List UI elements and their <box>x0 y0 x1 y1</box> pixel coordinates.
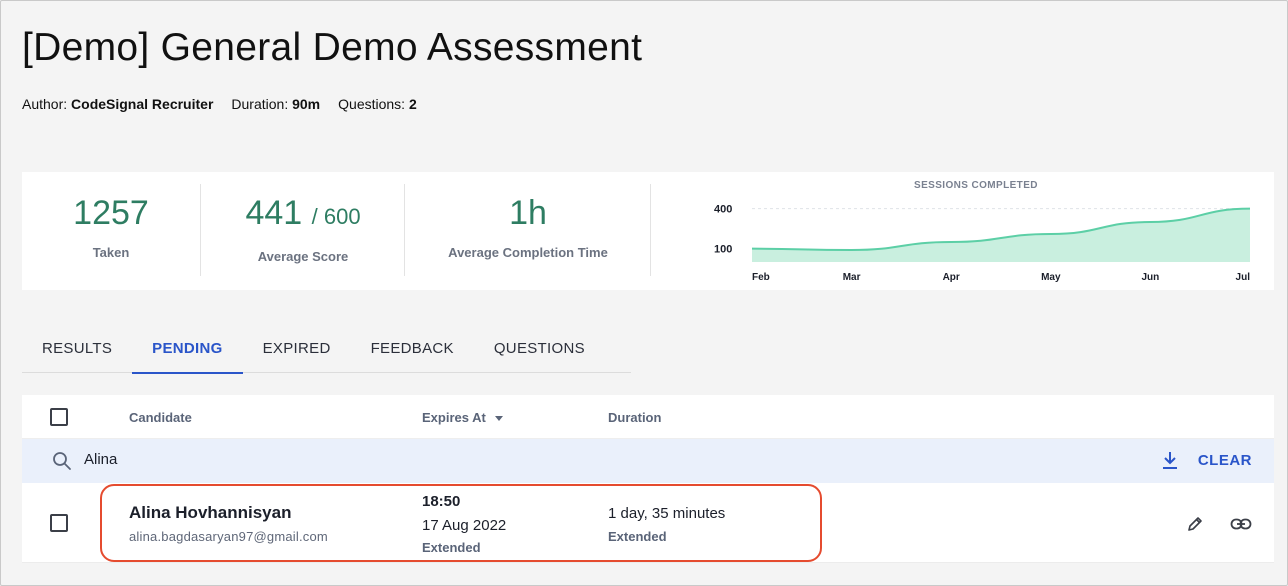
duration-value: 1 day, 35 minutes <box>608 505 726 522</box>
stat-average-score-label: Average Score <box>257 249 349 264</box>
chart-y-tick-label: 100 <box>714 244 732 256</box>
table-header: Candidate Expires At Duration <box>22 395 1274 439</box>
chart-x-tick-label: Mar <box>843 272 861 283</box>
stat-avg-completion: 1h Average Completion Time <box>406 194 650 312</box>
chart-y-tick-label: 400 <box>714 204 732 216</box>
candidate-name[interactable]: Alina Hovhannisyan <box>129 503 291 523</box>
score-value: 441 <box>245 194 303 232</box>
stat-taken-value: 1257 <box>73 194 149 232</box>
divider <box>200 184 201 276</box>
column-expires-at-label: Expires At <box>422 410 486 425</box>
sort-down-icon <box>495 416 504 422</box>
chart-x-tick-label: May <box>1041 272 1061 283</box>
column-candidate[interactable]: Candidate <box>129 410 192 425</box>
tab-results[interactable]: RESULTS <box>22 330 132 373</box>
stat-average-score: 441 / 600 Average Score <box>202 194 404 312</box>
clear-button[interactable]: CLEAR <box>1198 452 1252 469</box>
tab-pending[interactable]: PENDING <box>132 330 244 374</box>
stat-taken-label: Taken <box>92 245 130 260</box>
duration-value: 90m <box>292 96 321 112</box>
select-all-checkbox[interactable] <box>50 408 68 426</box>
link-icon[interactable] <box>1230 516 1252 537</box>
author-meta: Author: CodeSignal Recruiter <box>22 96 213 112</box>
column-duration[interactable]: Duration <box>608 410 661 425</box>
candidates-table: Candidate Expires At Duration CLEAR Alin… <box>22 395 1274 563</box>
assessment-meta: Author: CodeSignal Recruiter Duration: 9… <box>22 96 417 112</box>
tab-bar: RESULTS PENDING EXPIRED FEEDBACK QUESTIO… <box>22 330 631 374</box>
author-label: Author: <box>22 96 68 112</box>
chart-x-tick-label: Jul <box>1236 272 1251 283</box>
tab-feedback[interactable]: FEEDBACK <box>351 330 474 373</box>
questions-label: Questions: <box>338 96 406 112</box>
search-row: CLEAR <box>22 439 1274 483</box>
expires-extended-note: Extended <box>422 540 481 555</box>
stat-avg-completion-label: Average Completion Time <box>448 245 608 260</box>
stat-avg-completion-value: 1h <box>509 194 547 232</box>
duration-label: Duration: <box>231 96 289 112</box>
chart-area <box>752 208 1250 262</box>
tab-questions[interactable]: QUESTIONS <box>474 330 605 373</box>
chart-x-tick-label: Apr <box>943 272 960 283</box>
questions-value: 2 <box>408 96 417 112</box>
column-expires-at[interactable]: Expires At <box>422 410 504 425</box>
tab-expired[interactable]: EXPIRED <box>243 330 351 373</box>
divider <box>650 184 651 276</box>
search-icon <box>52 451 72 476</box>
candidate-email: alina.bagdasaryan97@gmail.com <box>129 529 328 544</box>
divider <box>404 184 405 276</box>
author-value: CodeSignal Recruiter <box>71 96 214 112</box>
score-max: / 600 <box>311 204 361 229</box>
expires-time: 18:50 <box>422 493 461 510</box>
search-input[interactable] <box>84 451 684 468</box>
stats-panel: 1257 Taken 441 / 600 Average Score 1h Av… <box>22 172 1274 290</box>
sessions-chart: SESSIONS COMPLETED 400 100 Feb Mar Apr May Jun… <box>694 178 1254 288</box>
duration-meta: Duration: 90m <box>231 96 320 112</box>
chart-x-tick-label: Feb <box>752 272 770 283</box>
chart-x-tick-label: Jun <box>1142 272 1160 283</box>
download-icon[interactable] <box>1162 451 1178 476</box>
chart-title: SESSIONS COMPLETED <box>914 180 1038 191</box>
pencil-icon[interactable] <box>1186 515 1204 538</box>
questions-meta: Questions: 2 <box>338 96 417 112</box>
expires-date: 17 Aug 2022 <box>422 517 507 534</box>
chart-canvas: 400 100 Feb Mar Apr May Jun Jul <box>714 204 1251 283</box>
stat-average-score-value: 441 / 600 <box>202 194 404 233</box>
row-checkbox[interactable] <box>50 514 68 532</box>
page-title: [Demo] General Demo Assessment <box>22 26 643 69</box>
stat-taken: 1257 Taken <box>22 194 200 312</box>
table-row[interactable] <box>22 483 1274 563</box>
duration-extended-note: Extended <box>608 529 667 544</box>
